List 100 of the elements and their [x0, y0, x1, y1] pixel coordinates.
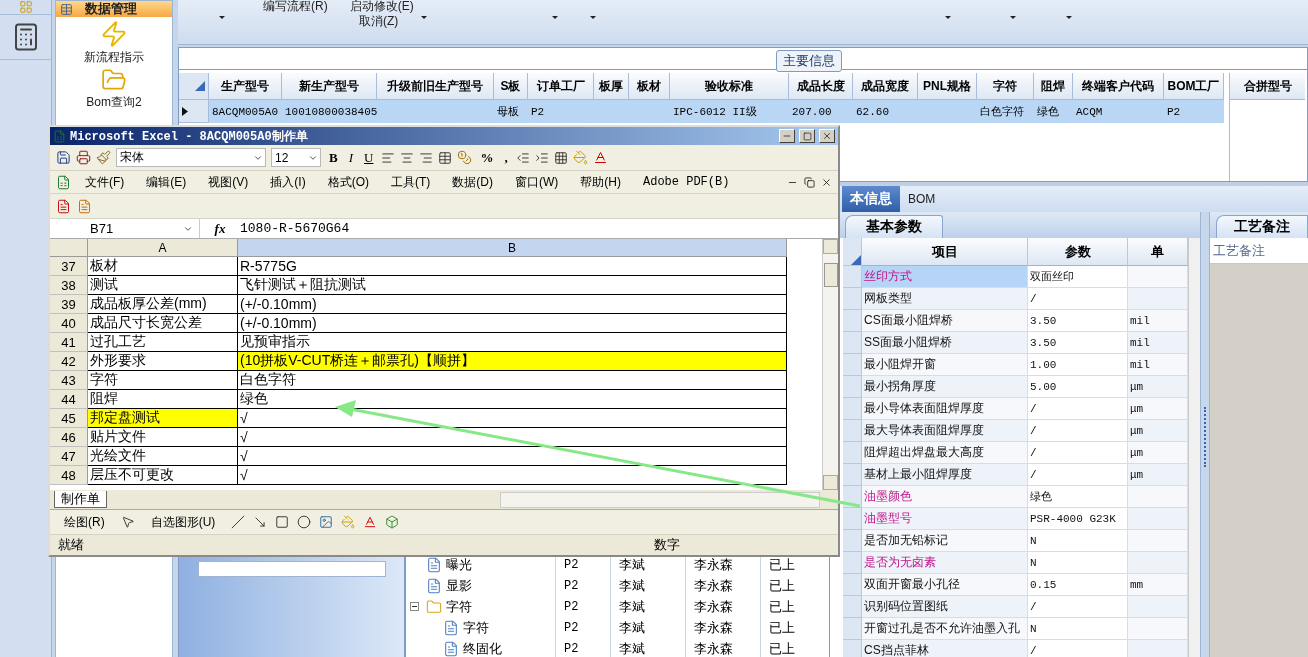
- align-left-icon[interactable]: [381, 150, 396, 165]
- align-center-icon[interactable]: [400, 150, 415, 165]
- column-header[interactable]: S板: [494, 73, 528, 100]
- indent-increase-icon[interactable]: [534, 150, 549, 165]
- grid-icon[interactable]: [18, 0, 33, 14]
- select-all-corner[interactable]: [50, 239, 88, 257]
- minimize-button[interactable]: [779, 129, 795, 143]
- row-number[interactable]: 48: [50, 466, 88, 485]
- param-value[interactable]: /: [1028, 596, 1128, 618]
- menu-item[interactable]: 帮助(H): [572, 173, 629, 191]
- tree-item[interactable]: 曝光: [446, 555, 472, 574]
- sidebar-item[interactable]: Bom查询2: [86, 67, 142, 109]
- row-number[interactable]: 46: [50, 428, 88, 447]
- column-header[interactable]: 合拼型号: [1230, 73, 1305, 100]
- column-header[interactable]: 终端客户代码: [1073, 73, 1164, 100]
- row-number[interactable]: 40: [50, 314, 88, 333]
- param-value[interactable]: 3.50: [1028, 310, 1128, 332]
- dropdown-caret-icon[interactable]: [421, 15, 427, 19]
- dropdown-caret-icon[interactable]: [1010, 15, 1016, 19]
- menu-item[interactable]: 工具(T): [383, 173, 439, 191]
- format-button[interactable]: U: [361, 149, 377, 166]
- select-all-corner[interactable]: [843, 238, 862, 266]
- tab[interactable]: 工艺备注: [1216, 215, 1308, 238]
- fill-color-icon[interactable]: [572, 150, 588, 165]
- param-value[interactable]: /: [1028, 398, 1128, 420]
- format-button[interactable]: ,: [501, 149, 511, 166]
- tab[interactable]: 本信息: [842, 186, 900, 212]
- param-value[interactable]: 3.50: [1028, 332, 1128, 354]
- menu-item[interactable]: 编辑(E): [138, 173, 195, 191]
- select-all-corner[interactable]: [179, 73, 209, 100]
- close-icon[interactable]: [821, 176, 832, 188]
- sheet-tab[interactable]: 制作单: [54, 491, 107, 508]
- maximize-button[interactable]: [799, 129, 815, 143]
- param-value[interactable]: /: [1028, 442, 1128, 464]
- menu-item[interactable]: 插入(I): [262, 173, 314, 191]
- dropdown-caret-icon[interactable]: [552, 15, 558, 19]
- param-value[interactable]: 0.15: [1028, 574, 1128, 596]
- brush-icon[interactable]: [96, 150, 111, 165]
- row-number[interactable]: 45: [50, 409, 88, 428]
- column-header[interactable]: 阻焊: [1034, 73, 1073, 100]
- font-field[interactable]: 宋体: [116, 148, 266, 167]
- row-number[interactable]: 41: [50, 333, 88, 352]
- format-button[interactable]: B: [326, 149, 341, 166]
- fill-color-icon[interactable]: [341, 515, 356, 529]
- param-value[interactable]: /: [1028, 288, 1128, 310]
- param-value[interactable]: /: [1028, 420, 1128, 442]
- arrow-icon[interactable]: [253, 515, 268, 529]
- list-box[interactable]: [197, 561, 386, 577]
- param-value[interactable]: N: [1028, 552, 1128, 574]
- ribbon-command[interactable]: 编写流程(R): [263, 0, 328, 15]
- pdf-comment-icon[interactable]: [77, 198, 92, 214]
- column-header[interactable]: A: [88, 239, 238, 257]
- column-header[interactable]: 板厚: [594, 73, 629, 100]
- param-value[interactable]: N: [1028, 530, 1128, 552]
- column-header[interactable]: 订单工厂: [528, 73, 594, 100]
- rectangle-icon[interactable]: [275, 515, 290, 529]
- close-button[interactable]: [819, 129, 835, 143]
- column-header[interactable]: 成品长度: [789, 73, 853, 100]
- vertical-scrollbar[interactable]: [822, 239, 838, 490]
- param-value[interactable]: 双面丝印: [1028, 266, 1128, 288]
- save-icon[interactable]: [56, 150, 71, 165]
- menu-item[interactable]: Adobe PDF(B): [635, 175, 738, 189]
- menu-item[interactable]: 绘图(R): [56, 513, 113, 531]
- param-value[interactable]: N: [1028, 618, 1128, 640]
- dropdown-caret-icon[interactable]: [219, 15, 225, 19]
- menu-item[interactable]: 数据(D): [444, 173, 501, 191]
- ribbon-command[interactable]: 取消(Z): [359, 12, 399, 30]
- 3d-box-icon[interactable]: [385, 515, 400, 529]
- column-header[interactable]: 单: [1128, 238, 1188, 266]
- row-number[interactable]: 44: [50, 390, 88, 409]
- column-header[interactable]: 新生产型号: [282, 73, 377, 100]
- print-preview-icon[interactable]: [76, 150, 91, 165]
- tab[interactable]: BOM: [900, 186, 944, 212]
- tree-item[interactable]: 字符: [446, 597, 472, 616]
- format-button[interactable]: %: [477, 149, 497, 166]
- menu-item[interactable]: 自选图形(U): [142, 513, 224, 531]
- param-value[interactable]: 绿色: [1028, 486, 1128, 508]
- row-number[interactable]: 39: [50, 295, 88, 314]
- param-value[interactable]: 1.00: [1028, 354, 1128, 376]
- menu-item[interactable]: 窗口(W): [507, 173, 567, 191]
- formula-field[interactable]: 1080-R-5670G64: [240, 221, 350, 236]
- dropdown-caret-icon[interactable]: [1066, 15, 1072, 19]
- column-header[interactable]: 参数: [1028, 238, 1128, 266]
- row-number[interactable]: 42: [50, 352, 88, 371]
- sidebar-item[interactable]: 新流程指示: [84, 20, 144, 64]
- currency-icon[interactable]: [457, 150, 473, 165]
- row-number[interactable]: 43: [50, 371, 88, 390]
- pdf-icon[interactable]: [56, 198, 71, 214]
- restore-icon[interactable]: [804, 176, 815, 188]
- ellipse-icon[interactable]: [297, 515, 312, 529]
- function-label[interactable]: fx: [200, 220, 240, 237]
- align-right-icon[interactable]: [419, 150, 434, 165]
- dropdown-caret-icon[interactable]: [590, 15, 596, 19]
- picture-icon[interactable]: [319, 515, 334, 529]
- column-header[interactable]: 验收标准: [670, 73, 789, 100]
- param-value[interactable]: /: [1028, 640, 1128, 657]
- tab[interactable]: 基本参数: [845, 215, 943, 238]
- indent-decrease-icon[interactable]: [515, 150, 530, 165]
- param-value[interactable]: PSR-4000 G23K: [1028, 508, 1128, 530]
- column-header[interactable]: BOM工厂: [1164, 73, 1224, 100]
